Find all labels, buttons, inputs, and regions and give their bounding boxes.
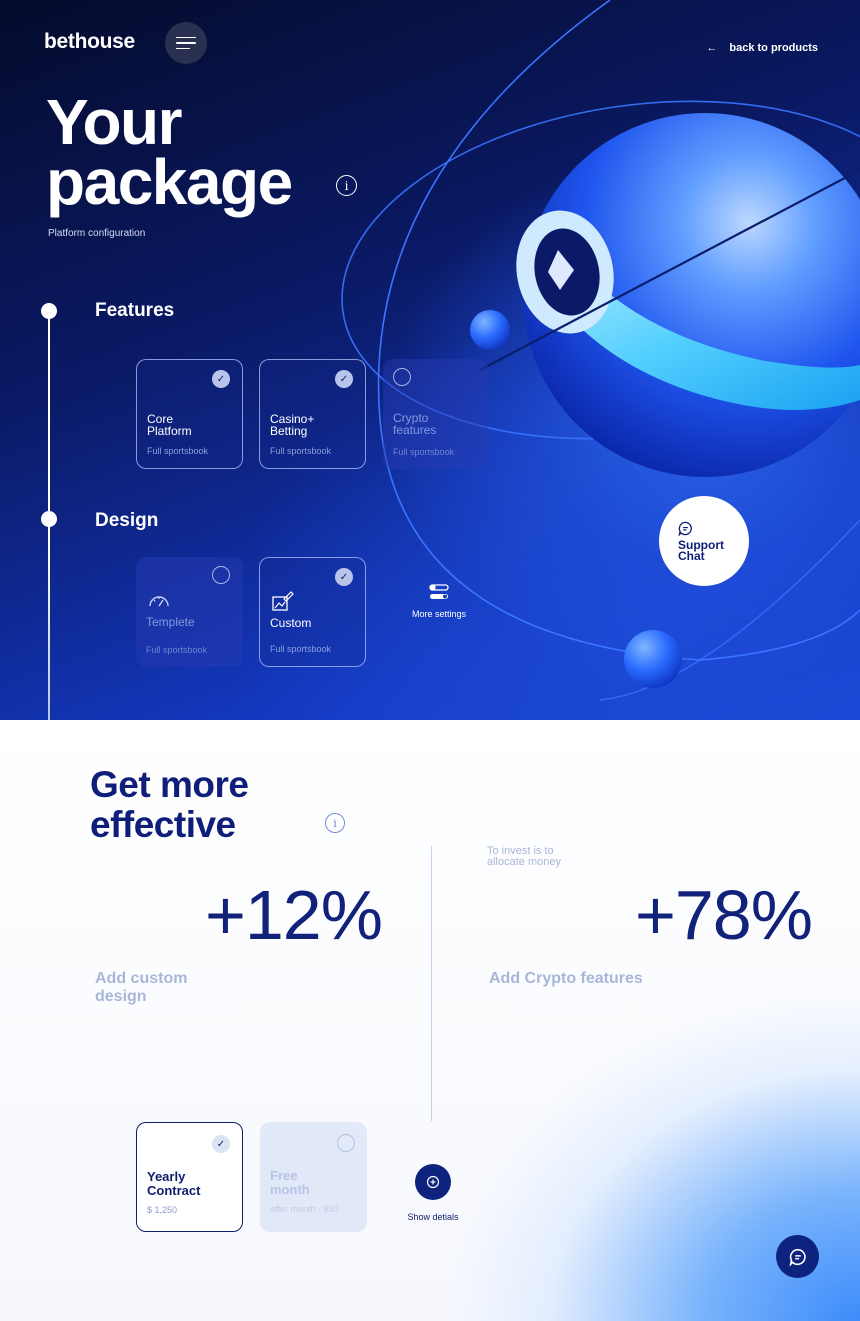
stat-value-crypto-features: +78% [635,876,813,954]
check-icon: ✓ [335,568,353,586]
feature-card-meta: Full sportsbook [147,446,209,456]
features-heading: Features [95,300,175,321]
design-card-meta: Full sportsbook [146,645,208,655]
radio-empty-icon [337,1134,355,1152]
plan-card-price: after month - $30 [270,1204,339,1214]
design-card-meta: Full sportsbook [270,644,332,654]
plus-circle-icon [415,1164,451,1200]
feature-card-title: Core Platform [147,413,192,437]
plan-card-free-month[interactable]: Free month after month - $30 [260,1122,367,1232]
feature-card-title: Casino+ Betting [270,413,314,437]
effective-heading: Get more effective [90,764,249,845]
column-divider [431,846,432,1121]
feature-card-crypto-features[interactable]: Crypto features Full sportsbook [383,359,488,469]
plan-card-title: Yearly Contract [147,1170,200,1198]
chat-bubble-icon [789,1248,806,1266]
menu-icon-bar [176,36,196,39]
feature-card-title: Crypto features [393,412,436,436]
design-heading: Design [95,510,159,531]
page-title-line2: package [46,146,293,218]
effective-heading-line1: Get more [90,764,249,805]
feature-card-title-line2: Platform [147,424,192,438]
chat-fab-button[interactable] [776,1235,819,1278]
plan-card-price: $ 1,250 [147,1205,178,1215]
check-icon: ✓ [212,370,230,388]
gauge-icon [149,596,169,607]
show-details-button[interactable]: Show detials [402,1164,464,1222]
plan-card-title-line1: Yearly [147,1169,186,1184]
show-details-label: Show detials [407,1212,459,1222]
check-icon: ✓ [212,1135,230,1153]
info-icon[interactable]: i [325,813,345,833]
effective-heading-line2: effective [90,804,236,845]
effectiveness-section: Get more effective i +12% Add custom des… [0,720,860,1321]
support-chat-label-line2: Chat [678,548,705,563]
plan-card-title-line2: Contract [147,1183,201,1198]
feature-card-title-line2: features [393,423,437,437]
menu-button[interactable] [165,22,207,64]
back-link-label: back to products [729,42,818,54]
stat-label-crypto-features: Add Crypto features [489,970,643,987]
radio-empty-icon [393,368,411,386]
hero-section: bethouse ← back to products Your package… [0,0,860,720]
page-title: Your package [46,86,293,218]
menu-icon-bar [176,42,196,44]
brand-logo[interactable]: bethouse [44,30,135,54]
feature-card-casino-betting[interactable]: ✓ Casino+ Betting Full sportsbook [259,359,366,469]
feature-card-meta: Full sportsbook [270,446,332,456]
support-chat-button[interactable]: Support Chat [659,496,749,586]
feature-card-title-line2: Betting [270,424,308,438]
info-icon[interactable]: i [336,175,357,196]
menu-icon-bar [176,47,190,50]
page-title-line1: Your [46,86,183,158]
feature-card-meta: Full sportsbook [393,447,455,457]
stat-value-custom-design: +12% [205,876,383,954]
toggle-settings-icon [429,584,449,599]
radio-empty-icon [212,566,230,584]
check-icon: ✓ [335,370,353,388]
timeline-dot-design [41,511,57,527]
more-settings-button[interactable]: More settings [408,583,470,619]
design-card-template[interactable]: Templete Full sportsbook [136,557,243,667]
page-subtitle: Platform configuration [48,228,146,239]
plan-card-title: Free month [270,1169,310,1197]
chat-bubble-icon [678,521,692,536]
feature-card-core-platform[interactable]: ✓ Core Platform Full sportsbook [136,359,243,469]
design-card-title: Custom [270,616,312,630]
plus-icon [426,1175,440,1189]
stat-label-custom-design: Add custom design [95,970,188,1005]
design-card-title: Templete [146,615,195,629]
plan-card-title-line2: month [270,1182,310,1197]
plan-card-yearly-contract[interactable]: ✓ Yearly Contract $ 1,250 [136,1122,243,1232]
plan-card-title-line1: Free [270,1168,298,1183]
arrow-left-icon: ← [706,42,718,54]
timeline-dot-features [41,303,57,319]
back-to-products-link[interactable]: ← back to products [706,42,818,54]
more-settings-label: More settings [411,609,467,619]
design-card-custom[interactable]: ✓ Custom Full sportsbook [259,557,366,667]
paint-brush-icon [272,591,294,611]
invest-note: To invest is to allocate money [487,845,561,868]
